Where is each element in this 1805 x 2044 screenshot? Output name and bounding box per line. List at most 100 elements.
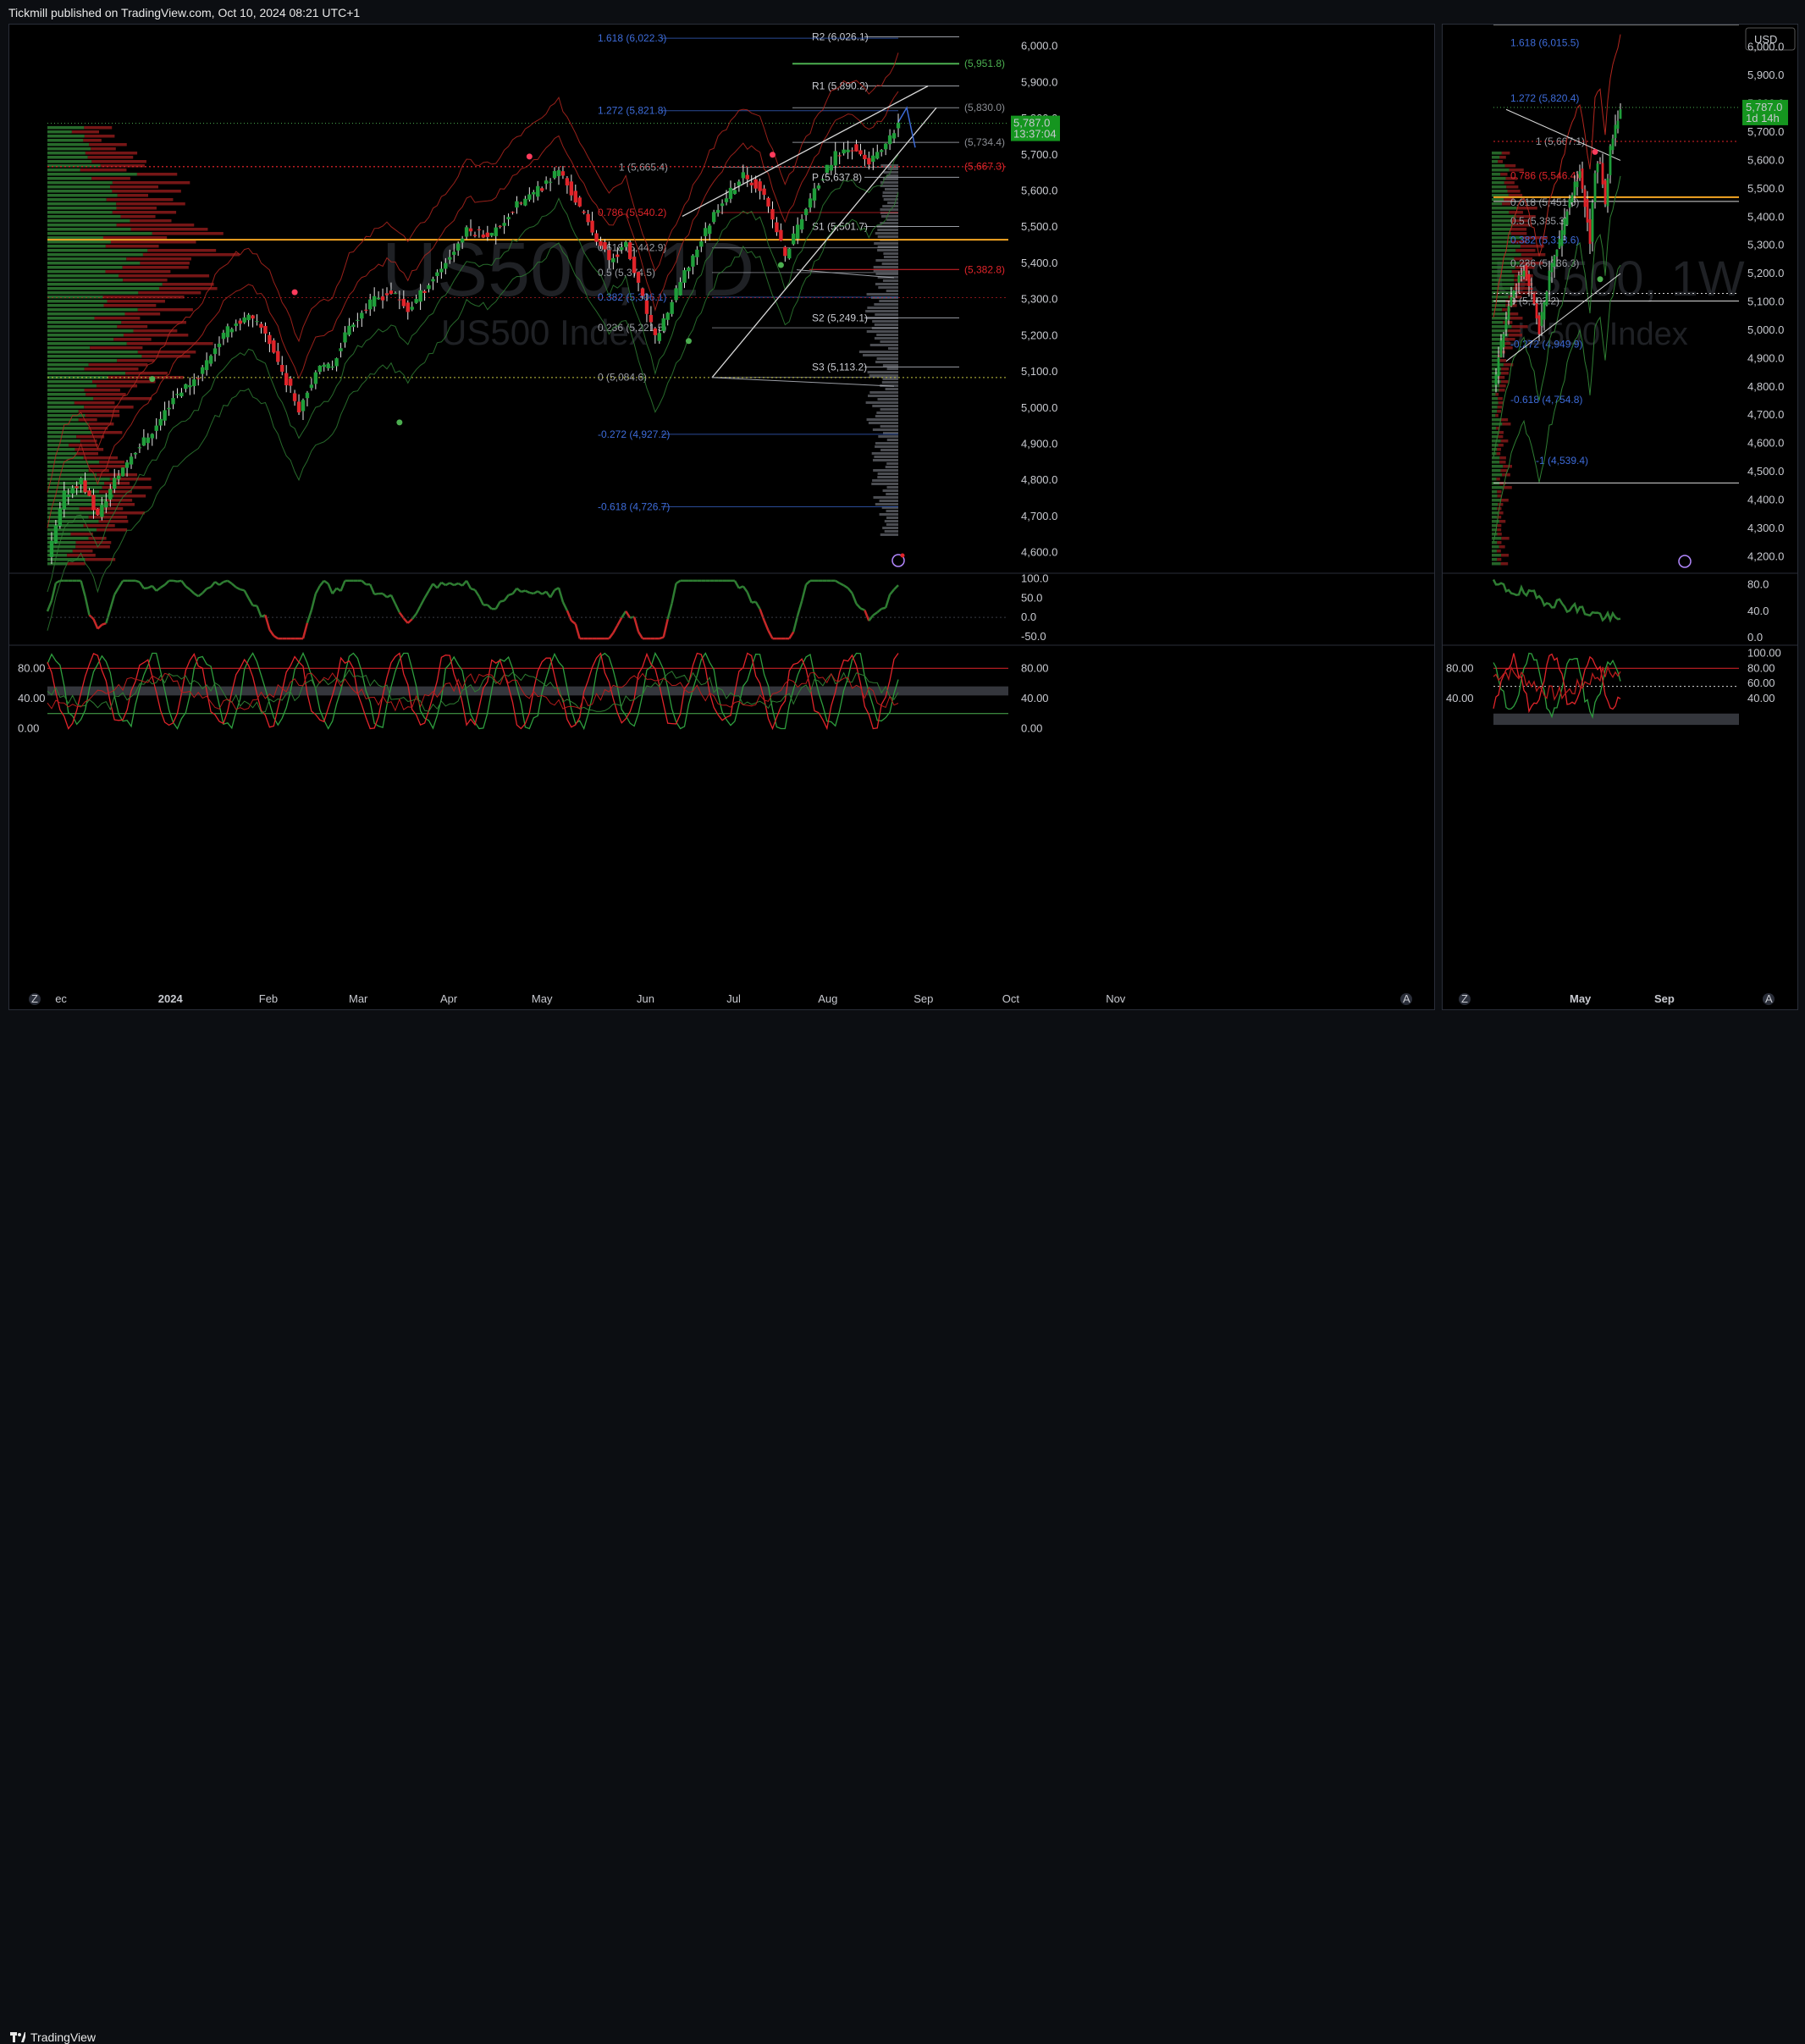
volume-profile-bar-up (47, 461, 99, 464)
osc1-line (479, 596, 483, 605)
fib-label: 0.786 (5,540.2) (598, 207, 666, 218)
level-label: (5,734.4) (964, 136, 1005, 148)
candle-up (192, 379, 196, 386)
osc1-axis-label: 80.0 (1747, 578, 1769, 591)
osc2-band (1493, 714, 1739, 725)
osc1-line (505, 595, 509, 601)
osc1-line (471, 588, 475, 590)
osc1-line (529, 593, 533, 594)
volume-profile-bar-up (47, 355, 141, 358)
volume-profile-bar-down (113, 338, 151, 341)
volume-profile-bar-up (1492, 461, 1499, 464)
osc1-line (836, 581, 840, 583)
session-volume-bar (871, 483, 898, 485)
candle-up (1518, 275, 1521, 282)
osc1-line (533, 591, 538, 594)
daily-chart-panel[interactable]: US500, 1DUS500 IndexR2 (6,026.1)R1 (5,89… (8, 24, 1435, 1010)
candle-up (666, 312, 670, 319)
volume-profile-bar-up (1492, 228, 1511, 231)
fib-label: 1 (5,665.4) (619, 162, 668, 174)
volume-profile-bar-up (47, 444, 69, 447)
candle-down (75, 486, 78, 488)
osc1-line (148, 586, 152, 588)
volume-profile-bar-down (1497, 490, 1501, 494)
osc1-line (307, 610, 312, 623)
volume-profile-bar-down (1498, 533, 1502, 536)
candle-up (1556, 250, 1559, 257)
candle-down (381, 296, 384, 301)
volume-profile-bar-up (47, 439, 80, 443)
osc1-line (626, 611, 630, 618)
volume-profile-bar-up (47, 478, 110, 481)
candle-down (867, 158, 870, 165)
osc1-line (853, 594, 857, 605)
candle-up (435, 273, 439, 276)
candle-up (830, 165, 833, 171)
session-volume-bar (880, 208, 898, 211)
price-axis-label: 5,700.0 (1021, 148, 1057, 161)
weekly-chart-panel[interactable]: US500, 1WUS500 IndexUSD1.618 (6,015.5)1.… (1442, 24, 1798, 1010)
volume-profile-bar-down (99, 461, 124, 464)
price-axis-label: 4,700.0 (1021, 510, 1057, 522)
price-axis-label: 4,900.0 (1747, 351, 1784, 364)
candle-up (704, 228, 707, 236)
volume-profile-bar-down (1498, 160, 1503, 163)
volume-profile-bar-down (104, 482, 130, 485)
candle-up (678, 282, 682, 296)
volume-profile-bar-down (1521, 253, 1546, 257)
osc2-line (1493, 654, 1620, 712)
volume-profile-bar-up (47, 494, 113, 498)
osc1-line (613, 626, 617, 633)
candle-down (1587, 199, 1589, 223)
fib-label: 1.618 (6,022.3) (598, 32, 666, 44)
candle-down (280, 365, 284, 372)
volume-profile-bar-down (79, 418, 97, 422)
daily-chart-svg[interactable]: US500, 1DUS500 IndexR2 (6,026.1)R1 (5,89… (9, 25, 1434, 1009)
volume-profile-bar-up (47, 558, 85, 561)
candle-up (218, 344, 221, 347)
volume-profile-bar-down (89, 143, 127, 146)
tradingview-logo[interactable]: TradingView (10, 2030, 96, 2044)
volume-profile-bar-down (137, 173, 177, 176)
osc1-line (894, 585, 898, 589)
volume-profile-bar-down (92, 380, 156, 384)
candle-up (301, 400, 305, 411)
osc2-axis-right: 100.00 (1747, 646, 1781, 659)
volume-profile-bar-down (126, 257, 191, 261)
osc1-line (890, 589, 894, 594)
osc1-line (756, 602, 760, 610)
volume-profile-bar-down (1499, 389, 1505, 392)
candle-down (1599, 162, 1602, 163)
session-volume-bar (875, 503, 898, 505)
candle-up (63, 491, 66, 510)
volume-profile-bar-up (47, 156, 88, 159)
volume-profile-bar-up (1492, 198, 1504, 202)
candle-down (863, 155, 866, 159)
volume-profile-bar-down (77, 452, 98, 456)
pivot-label: S2 (5,249.1) (812, 312, 868, 323)
weekly-chart-svg[interactable]: US500, 1WUS500 IndexUSD1.618 (6,015.5)1.… (1443, 25, 1797, 1009)
osc1-axis-label: 40.0 (1747, 605, 1769, 617)
candle-up (699, 241, 703, 246)
osc1-line (190, 589, 194, 594)
osc1-line (81, 581, 86, 596)
volume-profile-bar-up (1492, 469, 1500, 472)
volume-profile-bar-up (47, 139, 83, 142)
price-axis-label: 6,000.0 (1021, 40, 1057, 52)
candle-up (1564, 218, 1566, 235)
candle-down (83, 480, 86, 492)
candle-up (235, 323, 238, 326)
time-axis-label: May (532, 992, 553, 1005)
volume-profile-bar-up (47, 279, 123, 282)
candle-up (209, 356, 213, 363)
volume-profile-bar-down (70, 533, 92, 536)
candle-up (461, 239, 464, 243)
osc1-line (198, 593, 202, 596)
candle-up (720, 203, 724, 206)
price-axis-label: 5,200.0 (1747, 267, 1784, 279)
session-volume-bar (882, 205, 898, 207)
volume-profile-bar-up (1492, 465, 1503, 468)
session-volume-bar (877, 357, 898, 360)
volume-profile-bar-up (1492, 533, 1498, 536)
volume-profile-bar-down (113, 494, 146, 498)
